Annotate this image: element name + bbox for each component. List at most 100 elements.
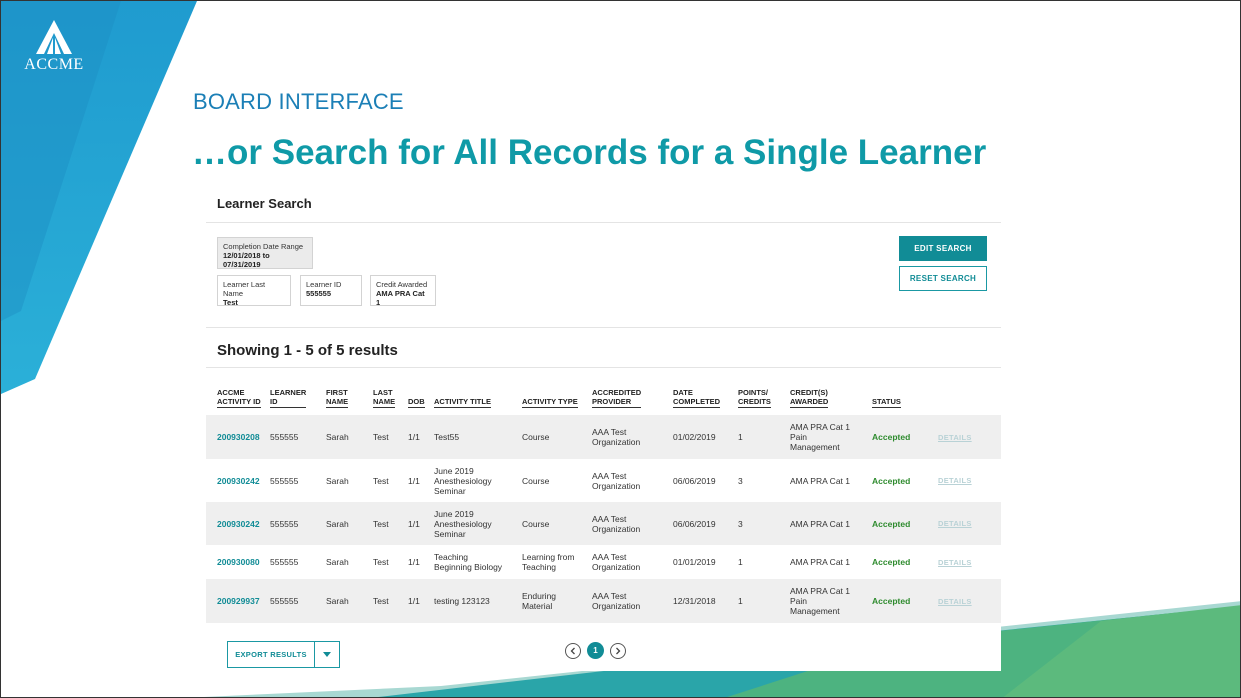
last-name: Test <box>373 518 389 529</box>
results-count: Showing 1 - 5 of 5 results <box>217 342 398 359</box>
activity-title-line: Teaching <box>434 552 469 562</box>
header-label: LAST NAME <box>373 388 396 408</box>
header-line: PROVIDER <box>592 397 632 406</box>
results-table: ACCME ACTIVITY ID LEARNER ID FIRST NAME LAST NA… <box>206 381 1001 623</box>
details-link[interactable]: DETAILS <box>938 476 972 485</box>
header-label: ACCME ACTIVITY ID <box>217 388 261 408</box>
activity-id-link[interactable]: 200929937 <box>217 596 260 606</box>
cell-activity-id[interactable]: 200930242 <box>206 459 266 502</box>
cell-dob: 1/1 <box>404 415 430 459</box>
cell-dob: 1/1 <box>404 545 430 579</box>
date-completed: 01/01/2019 <box>673 557 716 567</box>
activity-type-line: Course <box>522 432 550 442</box>
activity-type-line: Teaching <box>522 562 557 572</box>
credits-awarded-line: AMA PRA Cat 1 <box>790 518 850 529</box>
filter-chip-credit[interactable]: Credit Awarded AMA PRA Cat 1 <box>370 275 436 307</box>
header-col-dob: DOB <box>404 381 430 415</box>
cell-provider: AAA Test Organization <box>588 459 669 502</box>
header-line: ACCME <box>217 388 245 397</box>
export-dropdown-toggle[interactable] <box>315 642 339 667</box>
dob: 1/1 <box>408 475 420 486</box>
cell-status: Accepted <box>868 579 934 623</box>
edit-search-button[interactable]: EDIT SEARCH <box>899 236 987 261</box>
header-col-last-name: LAST NAME <box>369 381 404 415</box>
filter-chip-learner-id[interactable]: Learner ID 555555 <box>300 275 362 306</box>
header-label: FIRST NAME <box>326 388 349 408</box>
filter-value: 555555 <box>306 289 332 298</box>
slide: ACCME BOARD INTERFACE …or Search for All… <box>0 0 1241 698</box>
cell-provider: AAA Test Organization <box>588 545 669 579</box>
activity-id-link[interactable]: 200930080 <box>217 557 260 567</box>
details-link[interactable]: DETAILS <box>938 597 972 606</box>
header-line: ACTIVITY ID <box>217 397 261 406</box>
last-name: Test <box>373 475 389 486</box>
cell-provider: AAA Test Organization <box>588 415 669 459</box>
cell-date-completed: 12/31/2018 <box>669 579 734 623</box>
header-label: ACTIVITY TYPE <box>522 397 578 408</box>
header-col-activity-id: ACCME ACTIVITY ID <box>206 381 266 415</box>
cell-first-name: Sarah <box>322 459 369 502</box>
credits-awarded-line: AMA PRA Cat 1 <box>790 586 850 596</box>
prev-page-button[interactable] <box>565 642 581 659</box>
learner-id: 555555 <box>270 475 299 486</box>
learner-id: 555555 <box>270 432 299 442</box>
table-row: 200929937 555555 Sarah Test 1/1 testing 12312… <box>206 579 1001 623</box>
status-badge: Accepted <box>872 596 911 606</box>
provider-line: Organization <box>592 480 641 491</box>
export-results-button[interactable]: EXPORT RESULTS <box>227 641 340 668</box>
activity-id-link[interactable]: 200930242 <box>217 476 260 486</box>
details-link[interactable]: DETAILS <box>938 519 972 528</box>
cell-provider: AAA Test Organization <box>588 502 669 545</box>
filter-chip-date-range[interactable]: Completion Date Range 12/01/2018 to 07/3… <box>217 237 313 269</box>
provider-line: AAA Test <box>592 427 627 437</box>
points: 1 <box>738 596 743 606</box>
activity-title-line: Anesthesiology <box>434 518 492 529</box>
details-link[interactable]: DETAILS <box>938 433 972 442</box>
cell-actions[interactable]: DETAILS <box>934 415 1001 459</box>
slide-kicker: BOARD INTERFACE <box>193 89 404 114</box>
credits-awarded-line: Management <box>790 606 840 616</box>
activity-type-line: Material <box>522 601 553 611</box>
cell-activity-title: June 2019 Anesthesiology Seminar <box>430 459 518 502</box>
header-line: AWARDED <box>790 397 829 406</box>
header-line: ID <box>270 397 278 406</box>
reset-search-button[interactable]: RESET SEARCH <box>899 266 987 291</box>
provider-line: AAA Test <box>592 513 627 524</box>
cell-activity-id[interactable]: 200930080 <box>206 545 266 579</box>
cell-activity-id[interactable]: 200929937 <box>206 579 266 623</box>
caret-down-icon <box>323 652 331 657</box>
cell-activity-id[interactable]: 200930208 <box>206 415 266 459</box>
status-badge: Accepted <box>872 432 911 442</box>
table-row: 200930242 555555 Sarah Test 1/1 June 2019 Anes… <box>206 502 1001 545</box>
details-link[interactable]: DETAILS <box>938 558 972 567</box>
filter-chip-last-name[interactable]: Learner Last Name Test <box>217 275 291 307</box>
cell-first-name: Sarah <box>322 502 369 545</box>
table-header-row: ACCME ACTIVITY ID LEARNER ID FIRST NAME LAST NA… <box>206 381 1001 415</box>
activity-id-link[interactable]: 200930242 <box>217 519 260 529</box>
cell-activity-id[interactable]: 200930242 <box>206 502 266 545</box>
credits-awarded-line: Management <box>790 442 840 452</box>
activity-id-link[interactable]: 200930208 <box>217 432 260 442</box>
divider <box>206 367 1001 368</box>
header-label: POINTS/CREDITS <box>738 388 771 408</box>
slide-headline: …or Search for All Records for a Single … <box>192 133 987 172</box>
cell-actions[interactable]: DETAILS <box>934 502 1001 545</box>
header-col-credits-awarded: CREDIT(S) AWARDED <box>786 381 868 415</box>
cell-actions[interactable]: DETAILS <box>934 545 1001 579</box>
points: 3 <box>738 518 743 529</box>
first-name: Sarah <box>326 518 349 529</box>
dob: 1/1 <box>408 596 420 606</box>
table-body: 200930208 555555 Sarah Test 1/1 Test55 Course A… <box>206 415 1001 623</box>
last-name: Test <box>373 432 389 442</box>
cell-actions[interactable]: DETAILS <box>934 579 1001 623</box>
page-1-button[interactable]: 1 <box>587 642 604 659</box>
points: 1 <box>738 432 743 442</box>
cell-credits-awarded: AMA PRA Cat 1 <box>786 545 868 579</box>
filter-label: Learner ID <box>306 280 342 289</box>
cell-activity-title: Test55 <box>430 415 518 459</box>
activity-title-line: Seminar <box>434 485 466 496</box>
first-name: Sarah <box>326 475 349 486</box>
last-name: Test <box>373 557 389 567</box>
cell-actions[interactable]: DETAILS <box>934 459 1001 502</box>
next-page-button[interactable] <box>610 642 626 659</box>
